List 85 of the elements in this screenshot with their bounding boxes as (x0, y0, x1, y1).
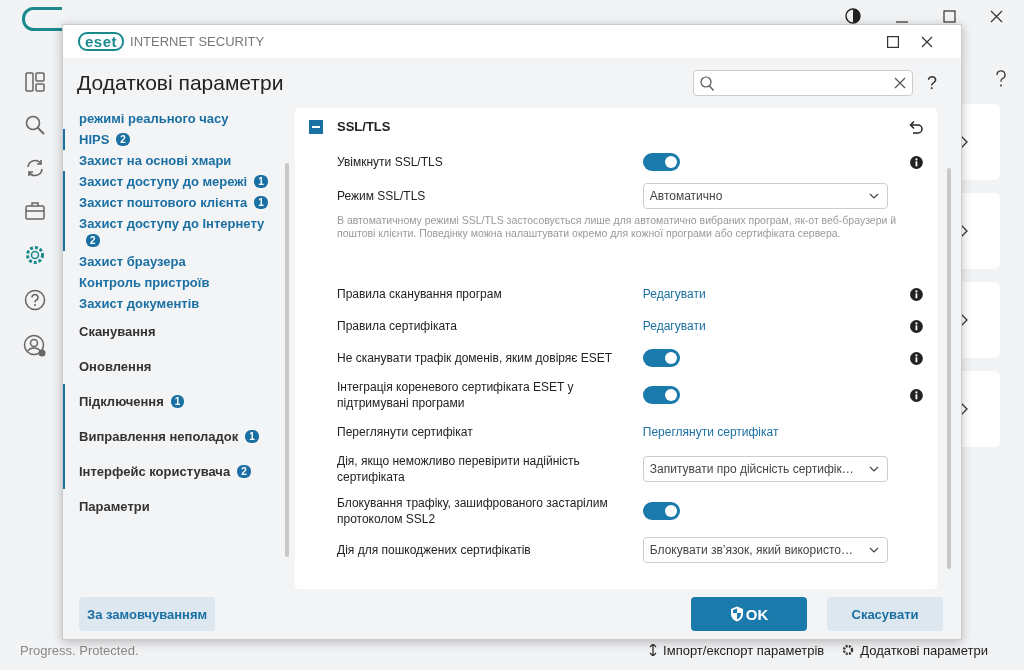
sidebar-item[interactable]: HIPS 2 (63, 129, 277, 150)
count-badge: 1 (170, 395, 185, 408)
chevron-icon (869, 547, 880, 553)
description-text: В автоматичному режимі SSL/TLS застосовується лише для автоматично вибраних програм, як-от веб-браузери й поштові клієнти. Поведінку можна налаштувати окремо для кожної програми або сертифіката сервера. (337, 214, 898, 240)
dropdown[interactable]: Блокувати зв’язок, який використо… (642, 537, 889, 563)
sidebar-item[interactable]: Параметри (63, 489, 277, 524)
toggle-switch[interactable] (642, 153, 680, 171)
product-name: INTERNET SECURITY (130, 34, 265, 49)
setting-label: Правила сертифіката (337, 318, 458, 334)
toggle-switch[interactable] (642, 386, 680, 404)
edit-link[interactable]: Редагувати (642, 319, 706, 333)
sidebar-item[interactable]: режимі реального часу (63, 108, 277, 129)
setting-label: Не сканувати трафік доменів, яким довіряє ESET (337, 350, 614, 366)
sidebar-item[interactable]: Виправлення неполадок 1 (63, 419, 277, 454)
count-badge: 2 (86, 234, 100, 247)
dialog-title: Додаткові параметри (77, 71, 284, 95)
dashboard-icon[interactable] (25, 72, 45, 92)
search-icon[interactable] (25, 115, 45, 135)
count-badge: 1 (245, 430, 259, 443)
info-icon[interactable] (910, 351, 923, 365)
section-title: SSL/TLS (337, 119, 391, 134)
dialog-button[interactable]: За замовчуванням (79, 597, 216, 631)
setting-label: Дія, якщо неможливо перевірити надійність сертифіката (337, 453, 581, 485)
close-icon[interactable] (921, 35, 933, 48)
refresh-icon[interactable] (25, 158, 45, 178)
dialog-button[interactable]: Скасувати (827, 597, 943, 631)
sidebar-item[interactable]: Захист браузера (63, 251, 277, 272)
setting-label: Увімкнути SSL/TLS (337, 154, 444, 170)
search-icon (700, 75, 714, 91)
count-badge: 1 (254, 175, 268, 188)
arrows-icon (649, 644, 658, 656)
status-text: Progress. Protected. (20, 642, 139, 658)
dropdown[interactable]: Автоматично (642, 183, 889, 209)
footer-link[interactable]: Імпорт/експорт параметрів (663, 642, 825, 658)
chevron-icon (869, 193, 880, 199)
search-field[interactable] (693, 70, 913, 96)
setting-label: Дія для пошкоджених сертифікатів (337, 542, 532, 558)
undo-icon[interactable] (909, 119, 923, 134)
count-badge: 1 (254, 196, 268, 209)
dialog-button[interactable]: OK (691, 597, 807, 631)
count-badge: 2 (116, 133, 130, 146)
help-icon[interactable] (995, 70, 1007, 88)
sidebar-item[interactable]: Підключення 1 (63, 384, 277, 419)
scrollbar[interactable] (285, 163, 289, 557)
sidebar-item[interactable]: Контроль пристроїв (63, 272, 277, 293)
clear-icon[interactable] (894, 77, 906, 89)
maximize-icon[interactable] (887, 35, 899, 48)
setting-label: Правила сканування програм (337, 286, 503, 302)
info-icon[interactable] (910, 388, 923, 402)
close-icon[interactable] (990, 9, 1003, 23)
contrast-icon[interactable] (845, 8, 861, 24)
sidebar-item[interactable]: Сканування (63, 314, 277, 349)
gear-icon (842, 644, 855, 656)
shield-icon (729, 606, 744, 622)
setting-label: Переглянути сертифікат (337, 424, 474, 440)
count-badge: 2 (237, 465, 251, 478)
setting-label: Режим SSL/TLS (337, 188, 427, 204)
collapse-icon[interactable] (309, 119, 323, 134)
footer-link[interactable]: Додаткові параметри (860, 642, 988, 658)
edit-link[interactable]: Переглянути сертифікат (642, 425, 779, 439)
user-icon[interactable] (23, 334, 47, 358)
sidebar-item[interactable]: Інтерфейс користувача 2 (63, 454, 277, 489)
setting-label: Блокування трафіку, зашифрованого застарілим протоколом SSL2 (337, 495, 609, 527)
settings-icon[interactable] (24, 244, 46, 266)
sidebar-item[interactable]: Захист доступу до Інтернету 2 (63, 213, 277, 251)
sidebar-item[interactable]: Захист на основі хмари (63, 150, 277, 171)
toggle-switch[interactable] (642, 349, 680, 367)
sidebar-item[interactable]: Захист поштового клієнта 1 (63, 192, 277, 213)
setting-label: Інтеграція кореневого сертифіката ESET у підтримувані програми (337, 379, 575, 411)
sidebar-item[interactable]: Оновлення (63, 349, 277, 384)
briefcase-icon[interactable] (25, 201, 45, 221)
toggle-switch[interactable] (642, 502, 680, 520)
help-icon[interactable] (24, 289, 46, 311)
help-button[interactable]: ? (927, 72, 937, 94)
eset-logo: eset (78, 32, 125, 51)
edit-link[interactable]: Редагувати (642, 287, 706, 301)
info-icon[interactable] (910, 319, 923, 333)
info-icon[interactable] (910, 155, 923, 169)
info-icon[interactable] (910, 287, 923, 301)
logo-icon (22, 7, 62, 31)
sidebar-item[interactable]: Захист доступу до мережі 1 (63, 171, 277, 192)
dropdown[interactable]: Запитувати про дійсність сертифік… (642, 456, 889, 482)
sidebar-item[interactable]: Захист документів (63, 293, 277, 314)
chevron-icon (869, 466, 880, 472)
scrollbar[interactable] (947, 168, 951, 569)
